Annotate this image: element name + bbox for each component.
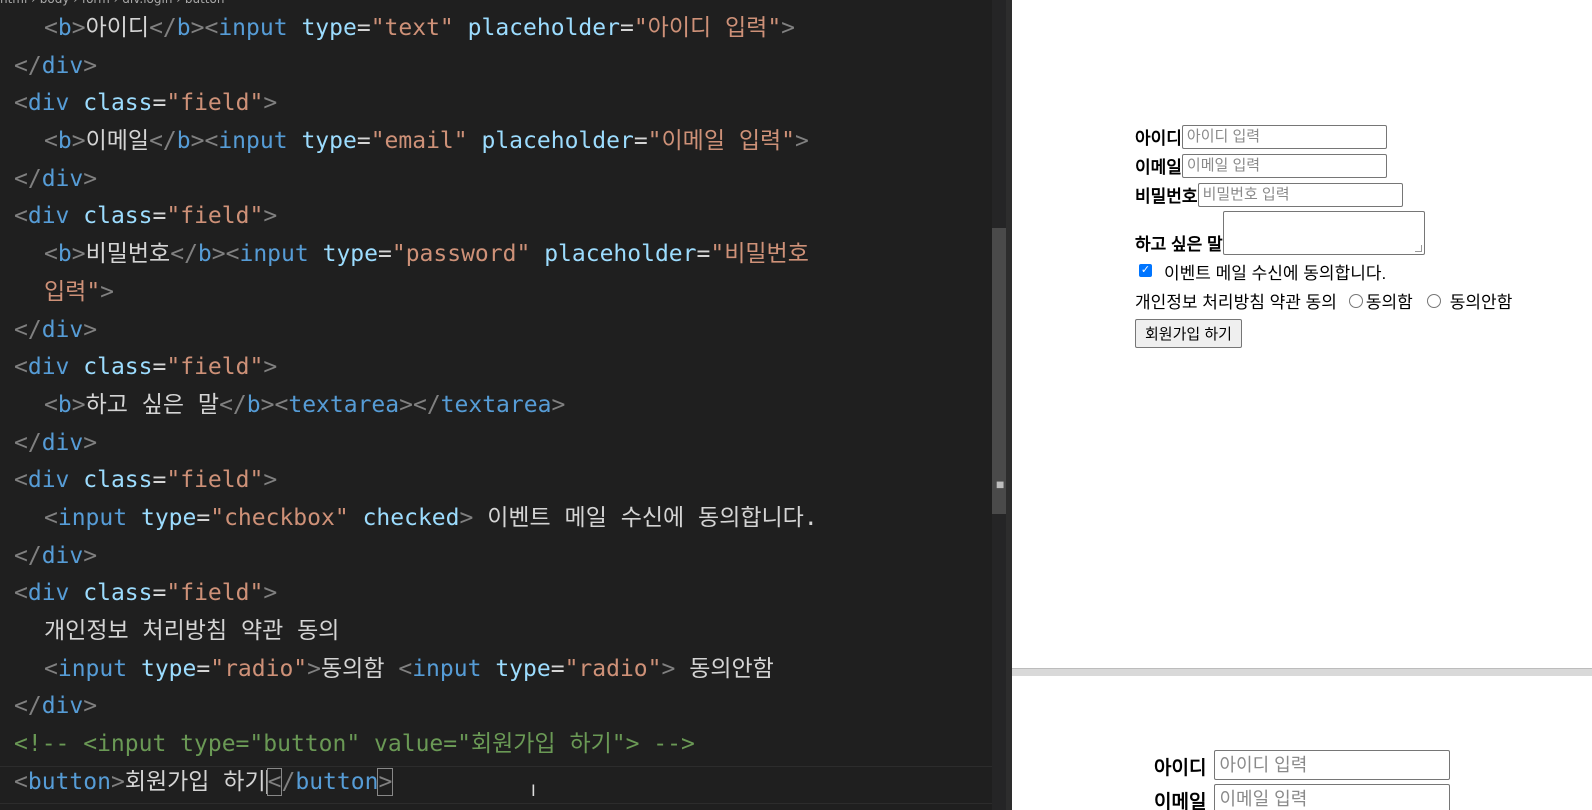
field-id: 아이디 아이디 입력 (1135, 124, 1512, 149)
breadcrumb[interactable]: html › body › form › div.login › button (0, 0, 224, 8)
code-line: </div> (14, 542, 98, 569)
privacy-label: 개인정보 처리방침 약관 동의 (1135, 293, 1337, 312)
id-label: 아이디 (1135, 129, 1182, 148)
field-message: 하고 싶은 말 (1135, 211, 1512, 255)
id-input-zoomed[interactable]: 아이디 입력 (1214, 750, 1451, 780)
code-line-current[interactable]: <button>회원가입 하기</button> (14, 764, 818, 802)
field-email: 이메일 이메일 입력 (1135, 153, 1512, 178)
code-line: </div> (14, 693, 98, 720)
code-line: <b>아이디</b><input type="text" placeholder… (44, 15, 796, 41)
field-password: 비밀번호 비밀번호 입력 (1135, 182, 1512, 207)
message-textarea[interactable] (1222, 211, 1425, 255)
code-line: </div> (14, 429, 98, 456)
code-line: <input type="checkbox" checked> 이벤트 메일 수… (44, 504, 818, 531)
code-line: <div class="field"> (14, 580, 278, 607)
preview-page-zoomed: 아이디 아이디 입력 이메일 이메일 입력 (1012, 676, 1592, 810)
email-label: 이메일 (1135, 158, 1182, 177)
agree-radio[interactable] (1348, 293, 1363, 308)
event-mail-label: 이벤트 메일 수신에 동의합니다. (1164, 264, 1387, 283)
code-line: <!-- <input type="button" value="회원가입 하기… (14, 731, 695, 758)
scroll-marker-icon: ▀ (996, 482, 1004, 495)
code-line: <b>비밀번호</b><input type="password" placeh… (44, 241, 809, 268)
code-line: 개인정보 처리방침 약관 동의 (44, 618, 340, 644)
password-input[interactable]: 비밀번호 입력 (1197, 183, 1403, 207)
browser-preview: 아이디 아이디 입력 이메일 이메일 입력 비밀번호 비밀번호 입력 하고 싶은… (1012, 0, 1592, 810)
agree-label: 동의함 (1365, 293, 1413, 312)
code-line: <div class="field"> (14, 90, 278, 117)
id-label-zoomed: 아이디 (1154, 758, 1207, 779)
signup-form-zoomed: 아이디 아이디 입력 이메일 이메일 입력 (1154, 750, 1451, 810)
id-input[interactable]: 아이디 입력 (1181, 125, 1387, 149)
code-line: <div class="field"> (14, 203, 278, 230)
code-line: <b>이메일</b><input type="email" placeholde… (44, 128, 809, 155)
password-label: 비밀번호 (1135, 187, 1198, 206)
code-line: <div class="field"> (14, 467, 278, 494)
field-id-zoomed: 아이디 아이디 입력 (1154, 750, 1451, 780)
signup-button[interactable]: 회원가입 하기 (1135, 319, 1242, 348)
preview-page: 아이디 아이디 입력 이메일 이메일 입력 비밀번호 비밀번호 입력 하고 싶은… (1012, 0, 1592, 669)
disagree-label: 동의안함 (1449, 293, 1513, 312)
code-line: </div> (14, 165, 98, 192)
event-mail-checkbox[interactable]: ✓ (1139, 263, 1152, 277)
code-line: </div> (14, 316, 98, 343)
field-privacy: 개인정보 처리방침 약관 동의 동의함 동의안함 (1135, 288, 1512, 313)
ibeam-cursor-icon: I (531, 781, 536, 800)
message-label: 하고 싶은 말 (1135, 235, 1223, 254)
code-lines: <b>아이디</b><input type="text" placeholder… (14, 10, 818, 801)
code-line: <b>하고 싶은 말</b><textarea></textarea> (44, 391, 566, 418)
code-line: 입력"> (44, 278, 115, 305)
field-event-mail: ✓ 이벤트 메일 수신에 동의합니다. (1135, 259, 1512, 284)
email-input-zoomed[interactable]: 이메일 입력 (1214, 784, 1451, 810)
code-line: </div> (14, 52, 98, 79)
disagree-radio[interactable] (1426, 293, 1441, 308)
email-input[interactable]: 이메일 입력 (1181, 154, 1387, 178)
email-label-zoomed: 이메일 (1154, 792, 1207, 810)
code-line: <div class="field"> (14, 354, 278, 381)
signup-form: 아이디 아이디 입력 이메일 이메일 입력 비밀번호 비밀번호 입력 하고 싶은… (1135, 124, 1512, 348)
code-line: <input type="radio">동의함 <input type="rad… (44, 655, 774, 682)
scrollbar-thumb[interactable] (992, 228, 1006, 514)
code-editor[interactable]: html › body › form › div.login › button … (0, 0, 1012, 810)
field-email-zoomed: 이메일 이메일 입력 (1154, 784, 1451, 810)
